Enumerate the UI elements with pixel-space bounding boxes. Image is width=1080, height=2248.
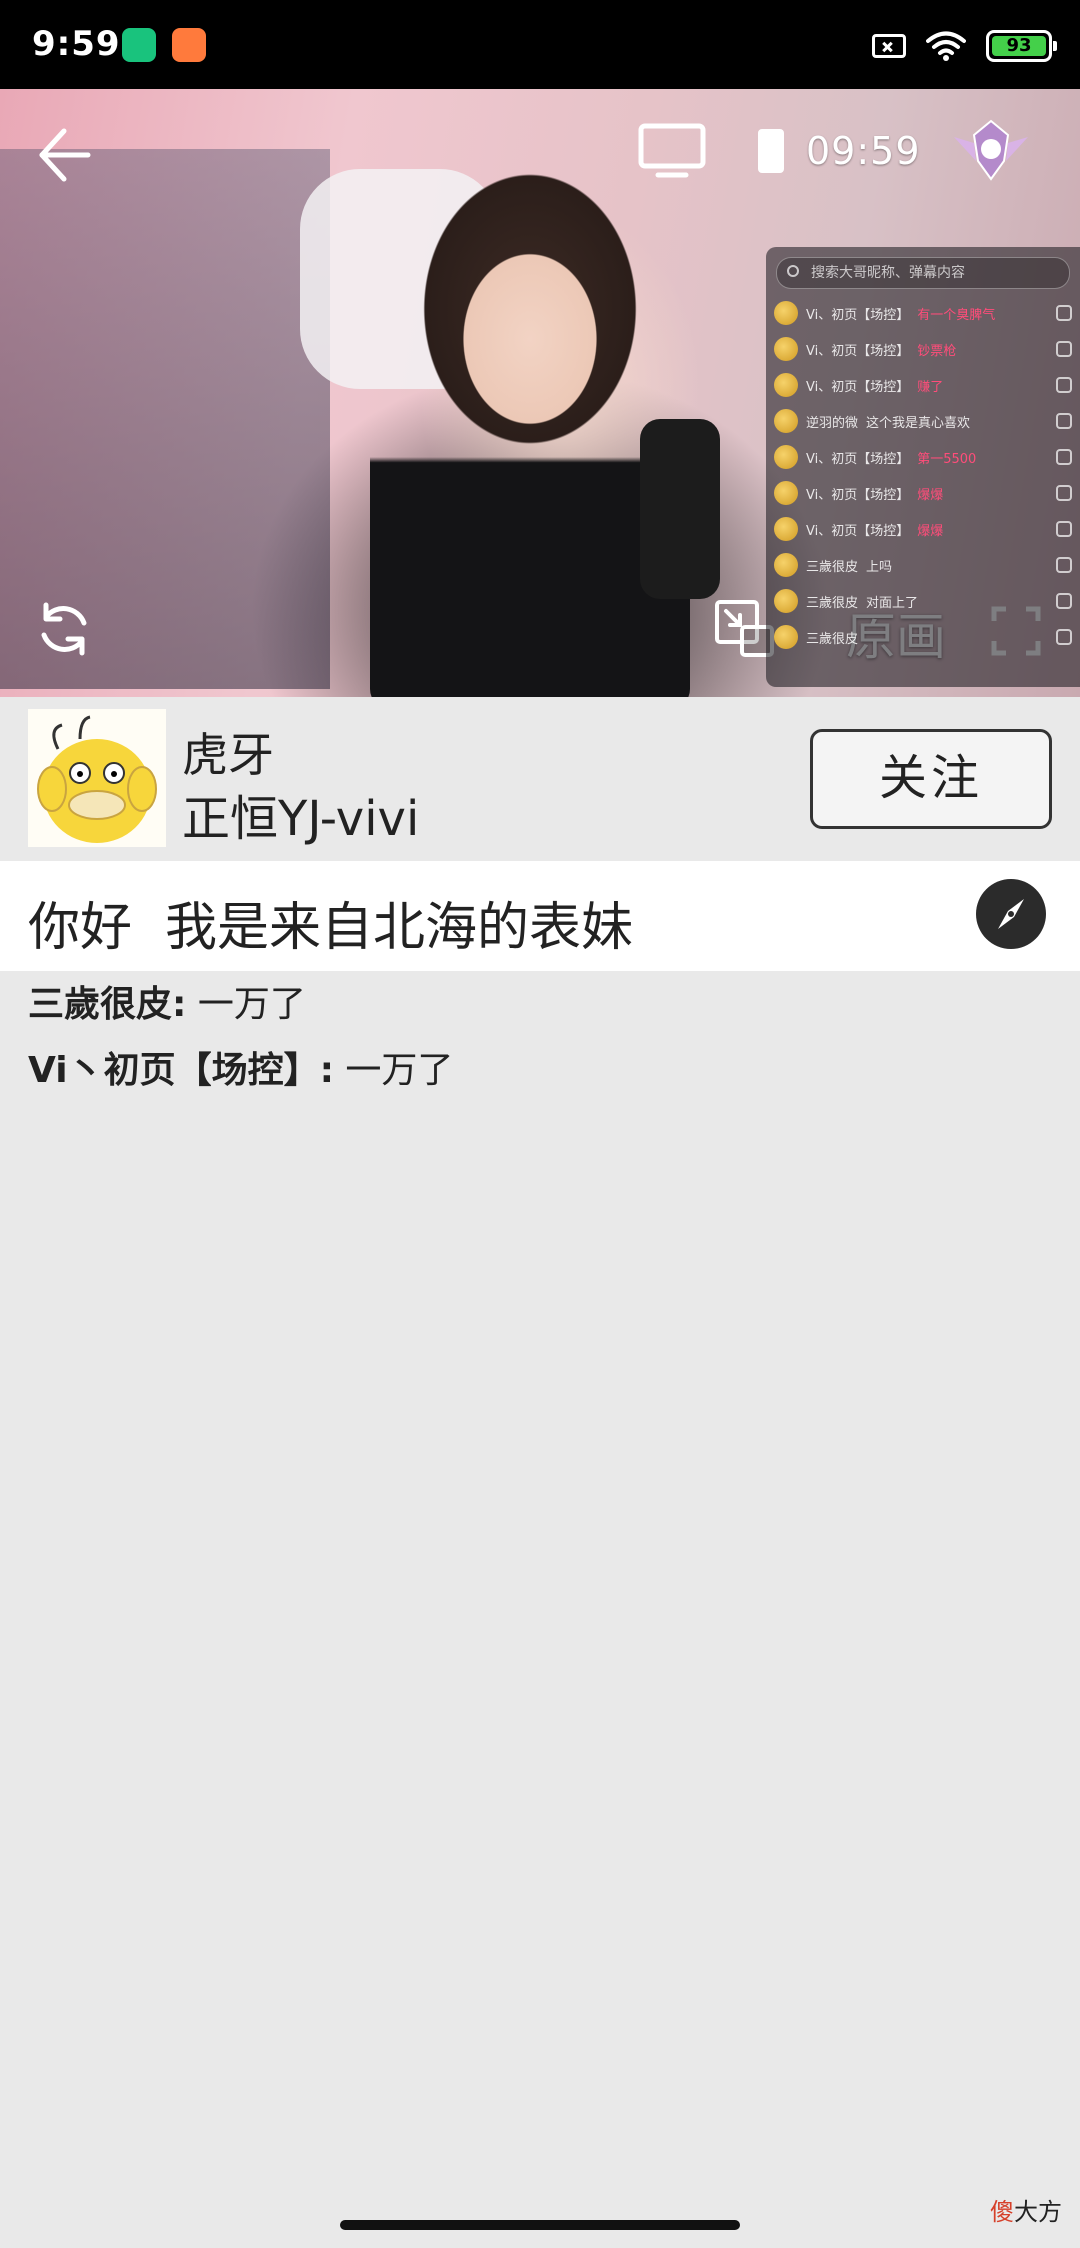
- danmaku-user-avatar: [774, 589, 798, 613]
- shop-app-icon: [172, 28, 206, 62]
- danmaku-row: 三歲很皮: [766, 619, 1080, 655]
- danmaku-row: Vi、初页【场控】 第一5500: [766, 439, 1080, 475]
- streamer-info: 虎牙 正恒YJ-vivi 关注: [0, 697, 1080, 861]
- danmaku-username: Vi、初页【场控】: [806, 307, 910, 323]
- wifi-icon: [926, 30, 966, 62]
- follow-button[interactable]: 关注: [810, 729, 1052, 829]
- watermark: 傻大方: [990, 2192, 1062, 2227]
- video-clock: 09:59: [806, 129, 921, 173]
- danmaku-list: Vi、初页【场控】 有一个臭脾气 Vi、初页【场控】 钞票枪 Vi、初页【场控】 赚了 逆羽…: [766, 295, 1080, 655]
- chat-username: 三歲很皮:: [28, 984, 187, 1025]
- room-title-bar: 你好 我是来自北海的表妹: [0, 861, 1080, 971]
- danmaku-badge-icon: [1056, 521, 1072, 537]
- danmaku-search-input[interactable]: 搜索大哥昵称、弹幕内容: [776, 257, 1070, 289]
- danmaku-badge-icon: [1056, 449, 1072, 465]
- danmaku-row: 三歲很皮 对面上了: [766, 583, 1080, 619]
- home-indicator[interactable]: [340, 2220, 740, 2230]
- watermark-text: 大方: [1014, 2198, 1062, 2226]
- danmaku-user-avatar: [774, 373, 798, 397]
- compass-icon: [998, 899, 1024, 929]
- danmaku-user-avatar: [774, 301, 798, 325]
- danmaku-text: 爆爆: [917, 487, 944, 503]
- danmaku-username: Vi、初页【场控】: [806, 523, 910, 539]
- video-battery-icon: [758, 129, 784, 173]
- compass-button[interactable]: [976, 879, 1046, 949]
- danmaku-badge-icon: [1056, 305, 1072, 321]
- platform-name: 虎牙: [182, 728, 274, 782]
- video-streamer-figure: [370, 149, 690, 697]
- danmaku-text: 有一个臭脾气: [917, 307, 996, 323]
- danmaku-text: 这个我是真心喜欢: [866, 415, 971, 431]
- danmaku-username: Vi、初页【场控】: [806, 487, 910, 503]
- battery-icon: 93: [986, 30, 1057, 62]
- status-bar: 9:59 93: [0, 0, 1080, 89]
- danmaku-user-avatar: [774, 517, 798, 541]
- danmaku-text: 钞票枪: [917, 343, 957, 359]
- danmaku-username: 三歲很皮: [806, 595, 859, 611]
- danmaku-username: 三歲很皮: [806, 559, 859, 575]
- danmaku-row: Vi、初页【场控】 爆爆: [766, 511, 1080, 547]
- danmaku-user-avatar: [774, 337, 798, 361]
- danmaku-user-avatar: [774, 553, 798, 577]
- video-player[interactable]: 09:59 原画: [0, 89, 1080, 697]
- chat-text: 一万了: [333, 1050, 454, 1091]
- danmaku-panel[interactable]: 搜索大哥昵称、弹幕内容 Vi、初页【场控】 有一个臭脾气 Vi、初页【场控】 钞票枪 V…: [766, 247, 1080, 687]
- danmaku-badge-icon: [1056, 413, 1072, 429]
- video-microphone: [640, 419, 720, 599]
- danmaku-badge-icon: [1056, 593, 1072, 609]
- danmaku-text: 第一5500: [917, 451, 977, 467]
- danmaku-user-avatar: [774, 481, 798, 505]
- refresh-icon[interactable]: [34, 599, 94, 663]
- avatar[interactable]: [28, 709, 166, 847]
- danmaku-badge-icon: [1056, 341, 1072, 357]
- danmaku-row: Vi、初页【场控】 钞票枪: [766, 331, 1080, 367]
- battery-level: 93: [992, 36, 1046, 56]
- chat-list: 三歲很皮: 一万了 Vi丶初页【场控】: 一万了: [28, 972, 1048, 1104]
- danmaku-text: 上吗: [866, 559, 893, 575]
- danmaku-user-avatar: [774, 409, 798, 433]
- room-title: 你好 我是来自北海的表妹: [28, 898, 634, 958]
- chat-message: Vi丶初页【场控】: 一万了: [28, 1038, 1048, 1104]
- danmaku-badge-icon: [1056, 485, 1072, 501]
- chat-message: 三歲很皮: 一万了: [28, 972, 1048, 1038]
- chat-text: 一万了: [186, 984, 306, 1025]
- danmaku-row: 三歲很皮 上吗: [766, 547, 1080, 583]
- streamer-name: 正恒YJ-vivi: [182, 791, 420, 847]
- danmaku-username: Vi、初页【场控】: [806, 343, 910, 359]
- danmaku-row: Vi、初页【场控】 有一个臭脾气: [766, 295, 1080, 331]
- search-icon: [787, 265, 799, 277]
- danmaku-user-avatar: [774, 625, 798, 649]
- danmaku-username: 三歲很皮: [806, 631, 859, 647]
- shield-app-icon: [122, 28, 156, 62]
- danmaku-row: Vi、初页【场控】 赚了: [766, 367, 1080, 403]
- danmaku-username: Vi、初页【场控】: [806, 379, 910, 395]
- danmaku-row: Vi、初页【场控】 爆爆: [766, 475, 1080, 511]
- danmaku-row: 逆羽的微 这个我是真心喜欢: [766, 403, 1080, 439]
- no-sim-icon: [872, 34, 906, 58]
- danmaku-badge-icon: [1056, 629, 1072, 645]
- back-arrow-icon[interactable]: [34, 125, 94, 189]
- danmaku-text: 对面上了: [866, 595, 919, 611]
- danmaku-username: 逆羽的微: [806, 415, 859, 431]
- danmaku-search-placeholder: 搜索大哥昵称、弹幕内容: [811, 265, 965, 281]
- watermark-accent: 傻: [990, 2198, 1014, 2226]
- danmaku-username: Vi、初页【场控】: [806, 451, 910, 467]
- danmaku-text: 爆爆: [917, 523, 944, 539]
- danmaku-badge-icon: [1056, 377, 1072, 393]
- danmaku-user-avatar: [774, 445, 798, 469]
- chat-username: Vi丶初页【场控】:: [28, 1050, 334, 1091]
- danmaku-badge-icon: [1056, 557, 1072, 573]
- status-time: 9:59: [32, 24, 121, 64]
- cast-screen-icon[interactable]: [638, 123, 706, 183]
- danmaku-text: 赚了: [917, 379, 944, 395]
- rank-badge-icon: [948, 117, 1034, 187]
